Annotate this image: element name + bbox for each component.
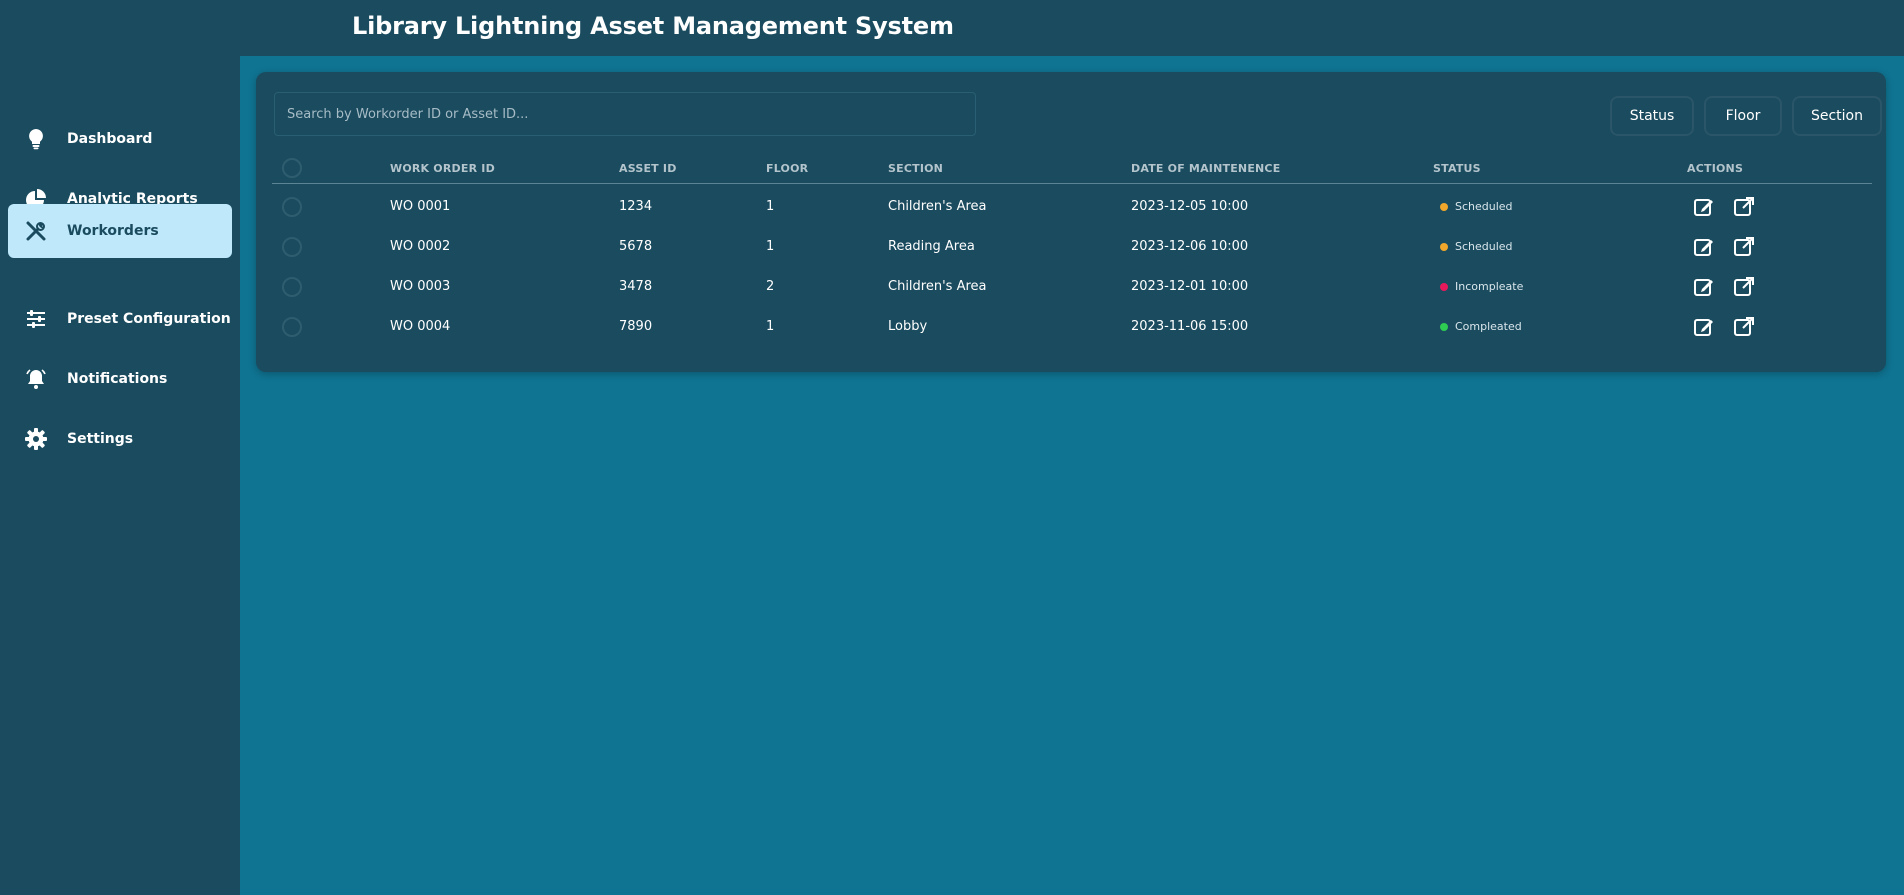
edit-icon[interactable] (1692, 315, 1716, 339)
sidebar-item-settings[interactable]: Settings (8, 412, 232, 466)
sliders-icon (24, 307, 48, 331)
status-badge: Scheduled (1440, 240, 1513, 253)
status-text: Compleated (1455, 320, 1522, 333)
status-badge: Compleated (1440, 320, 1522, 333)
status-dot (1440, 322, 1448, 331)
sidebar-item-label: Notifications (67, 371, 168, 387)
header-section: SECTION (888, 162, 944, 175)
work-order-id: WO 0001 (390, 199, 451, 214)
asset-id: 5678 (619, 239, 653, 254)
sidebar-item-label: Workorders (67, 223, 159, 239)
sidebar-item-label: Settings (67, 431, 134, 447)
asset-id: 3478 (619, 279, 653, 294)
section: Children's Area (888, 199, 987, 214)
table-header: WORK ORDER ID ASSET ID FLOOR SECTION DAT… (272, 152, 1872, 184)
section: Lobby (888, 319, 928, 334)
row-checkbox[interactable] (282, 197, 302, 217)
search-placeholder: Search by Workorder ID or Asset ID... (287, 106, 529, 122)
search-input[interactable]: Search by Workorder ID or Asset ID... (274, 92, 976, 136)
edit-icon[interactable] (1692, 235, 1716, 259)
bell-icon (24, 367, 48, 391)
header-actions: ACTIONS (1687, 162, 1744, 175)
sidebar-item-notifications[interactable]: Notifications (8, 352, 232, 406)
workorders-panel: Search by Workorder ID or Asset ID... St… (256, 72, 1886, 372)
section: Reading Area (888, 239, 975, 254)
gear-icon (24, 427, 48, 451)
table-row: WO 0001 1234 1 Children's Area 2023-12-0… (272, 187, 1872, 227)
row-checkbox[interactable] (282, 317, 302, 337)
floor: 1 (766, 199, 775, 214)
status-text: Scheduled (1455, 200, 1513, 213)
external-link-icon[interactable] (1732, 275, 1756, 299)
status-text: Scheduled (1455, 240, 1513, 253)
external-link-icon[interactable] (1732, 235, 1756, 259)
sidebar-item-dashboard[interactable]: Dashboard (8, 112, 232, 166)
external-link-icon[interactable] (1732, 195, 1756, 219)
maintenance-date: 2023-12-01 10:00 (1131, 279, 1249, 294)
floor: 1 (766, 319, 775, 334)
status-dot (1440, 202, 1448, 211)
sidebar-item-workorders[interactable]: Workorders (8, 204, 232, 258)
sidebar-item-label: Dashboard (67, 131, 153, 147)
main-content: Search by Workorder ID or Asset ID... St… (240, 56, 1904, 895)
top-bar: Library Lightning Asset Management Syste… (0, 0, 1904, 56)
sidebar: Dashboard Analytic Reports Workorders Pr… (0, 56, 240, 895)
section: Children's Area (888, 279, 987, 294)
external-link-icon[interactable] (1732, 315, 1756, 339)
sidebar-item-preset-configuration[interactable]: Preset Configuration (8, 292, 232, 346)
status-dot (1440, 282, 1448, 291)
header-date: DATE OF MAINTENENCE (1131, 162, 1281, 175)
work-order-id: WO 0002 (390, 239, 451, 254)
select-all-checkbox[interactable] (282, 158, 302, 178)
header-floor: FLOOR (766, 162, 809, 175)
table-row: WO 0003 3478 2 Children's Area 2023-12-0… (272, 267, 1872, 307)
lightbulb-icon (24, 127, 48, 151)
app-title: Library Lightning Asset Management Syste… (352, 12, 954, 40)
status-filter-button[interactable]: Status (1610, 96, 1694, 136)
row-checkbox[interactable] (282, 237, 302, 257)
table-row: WO 0002 5678 1 Reading Area 2023-12-06 1… (272, 227, 1872, 267)
status-badge: Scheduled (1440, 200, 1513, 213)
status-text: Incompleate (1455, 280, 1524, 293)
floor: 1 (766, 239, 775, 254)
asset-id: 1234 (619, 199, 653, 214)
status-dot (1440, 242, 1448, 251)
maintenance-date: 2023-12-05 10:00 (1131, 199, 1249, 214)
status-badge: Incompleate (1440, 280, 1523, 293)
asset-id: 7890 (619, 319, 653, 334)
maintenance-date: 2023-11-06 15:00 (1131, 319, 1249, 334)
maintenance-date: 2023-12-06 10:00 (1131, 239, 1249, 254)
floor: 2 (766, 279, 775, 294)
floor-filter-button[interactable]: Floor (1704, 96, 1782, 136)
work-order-id: WO 0003 (390, 279, 451, 294)
sidebar-item-label: Preset Configuration (67, 311, 231, 327)
edit-icon[interactable] (1692, 195, 1716, 219)
section-filter-button[interactable]: Section (1792, 96, 1882, 136)
table-row: WO 0004 7890 1 Lobby 2023-11-06 15:00 Co… (272, 307, 1872, 347)
work-order-id: WO 0004 (390, 319, 451, 334)
header-asset-id: ASSET ID (619, 162, 677, 175)
tools-icon (24, 219, 48, 243)
edit-icon[interactable] (1692, 275, 1716, 299)
row-checkbox[interactable] (282, 277, 302, 297)
header-work-order-id: WORK ORDER ID (390, 162, 495, 175)
header-status: STATUS (1433, 162, 1481, 175)
